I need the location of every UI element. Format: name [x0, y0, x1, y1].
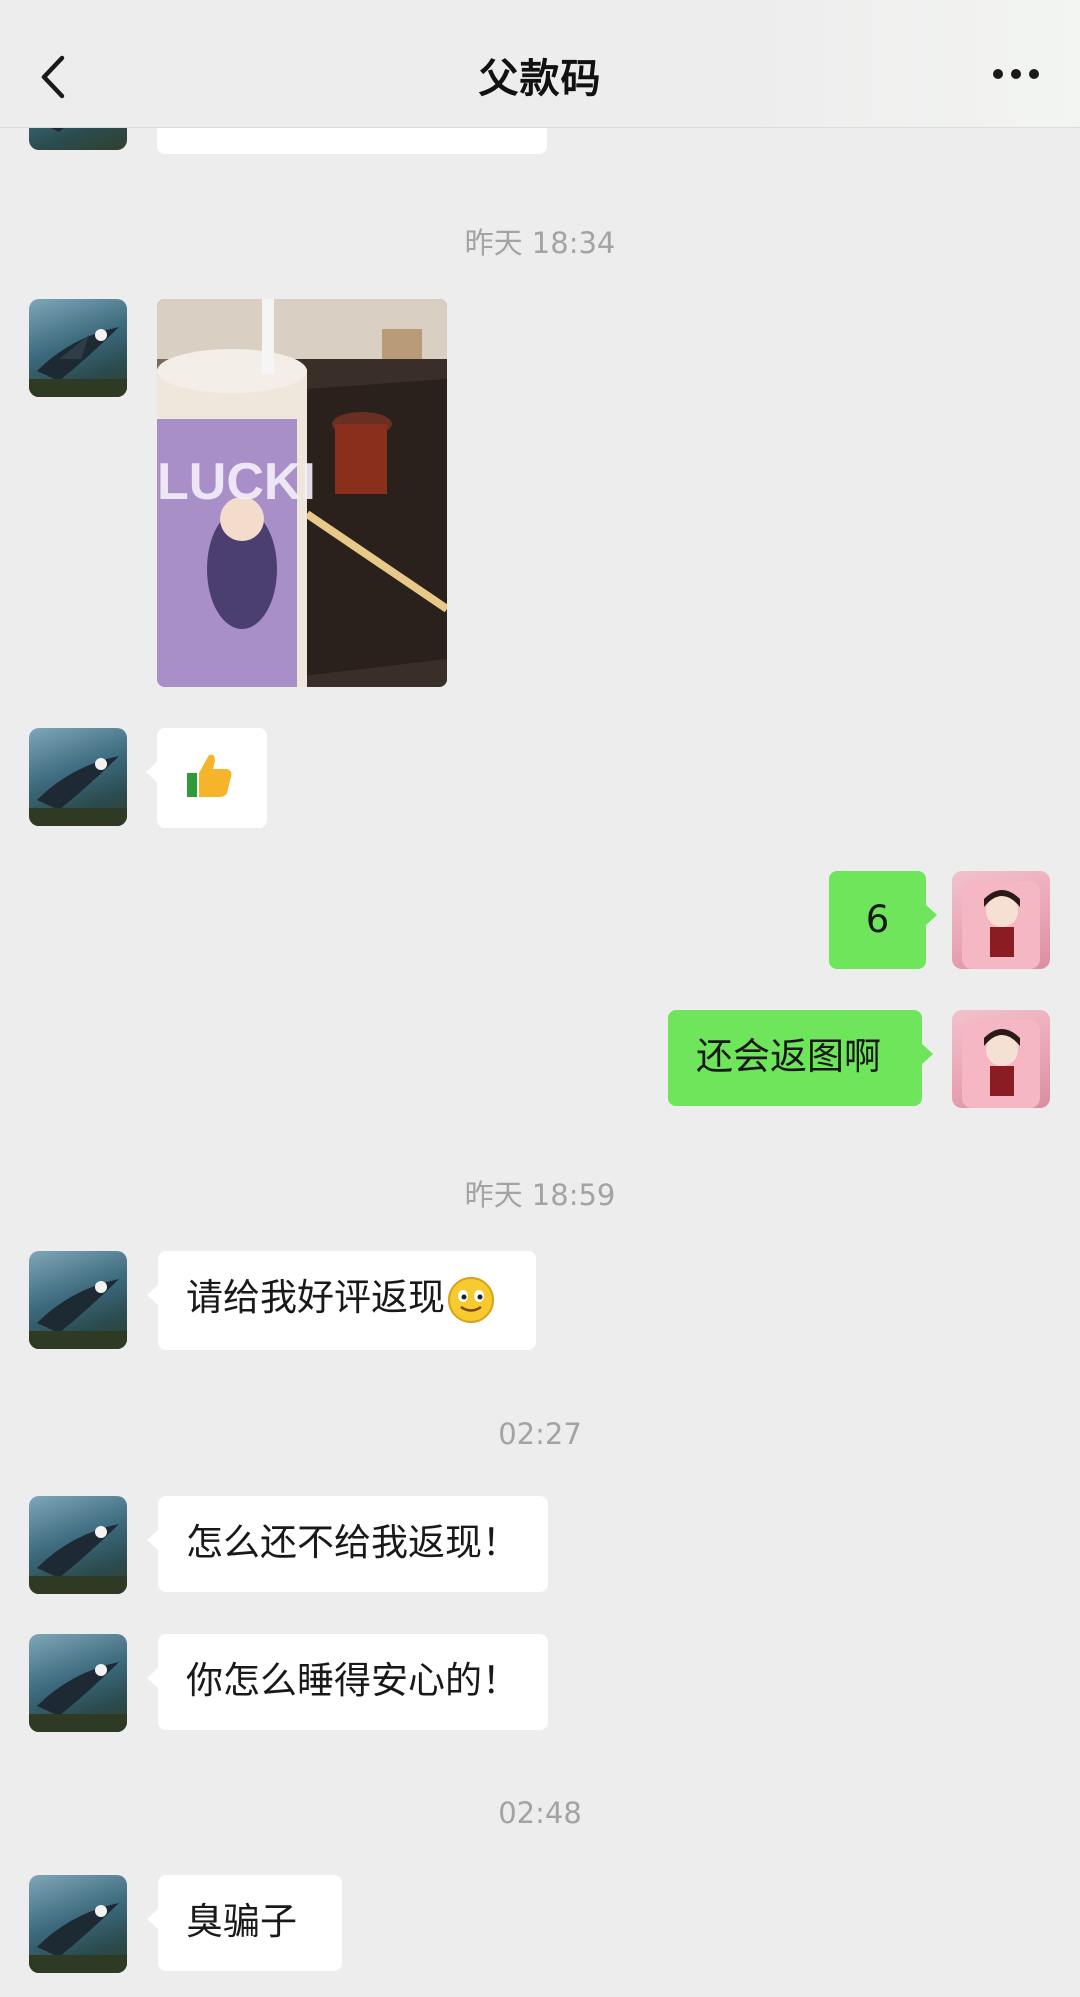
- my-avatar[interactable]: [952, 871, 1050, 969]
- contact-avatar[interactable]: [29, 299, 127, 397]
- message-text: 请给我好评返现: [186, 1276, 445, 1319]
- message-bubble[interactable]: 请给我好评返现: [147, 1251, 536, 1350]
- cup-brand-text: LUCKI: [157, 453, 316, 511]
- thumbs-up-icon: [187, 754, 232, 797]
- chat-area[interactable]: 昨天 18:34 LUCKI 6 还会返图啊 昨天 18:59 请给我好评返现 …: [0, 0, 1080, 1997]
- timestamp: 昨天 18:34: [464, 226, 616, 260]
- message-bubble-emoji[interactable]: [146, 728, 267, 828]
- smile-emoji-icon: [448, 1276, 494, 1323]
- message-bubble[interactable]: 你怎么睡得安心的！: [147, 1634, 548, 1730]
- timestamp: 02:48: [498, 1796, 582, 1830]
- reply-bubble[interactable]: 6: [829, 871, 937, 969]
- contact-avatar[interactable]: [29, 1634, 127, 1732]
- more-dots-icon[interactable]: [990, 60, 1042, 88]
- contact-avatar[interactable]: [29, 728, 127, 826]
- chat-header: 父款码: [0, 0, 1080, 128]
- photo-message[interactable]: LUCKI: [157, 299, 447, 687]
- contact-avatar[interactable]: [29, 1875, 127, 1973]
- chat-title: 父款码: [478, 56, 602, 102]
- message-bubble[interactable]: 怎么还不给我返现！: [147, 1496, 548, 1592]
- timestamp: 02:27: [498, 1417, 582, 1451]
- contact-avatar[interactable]: [29, 1251, 127, 1349]
- timestamp: 昨天 18:59: [464, 1178, 616, 1212]
- reply-bubble[interactable]: 还会返图啊: [668, 1010, 933, 1106]
- message-bubble[interactable]: 臭骗子: [147, 1875, 342, 1971]
- my-avatar[interactable]: [952, 1010, 1050, 1108]
- contact-avatar[interactable]: [29, 1496, 127, 1594]
